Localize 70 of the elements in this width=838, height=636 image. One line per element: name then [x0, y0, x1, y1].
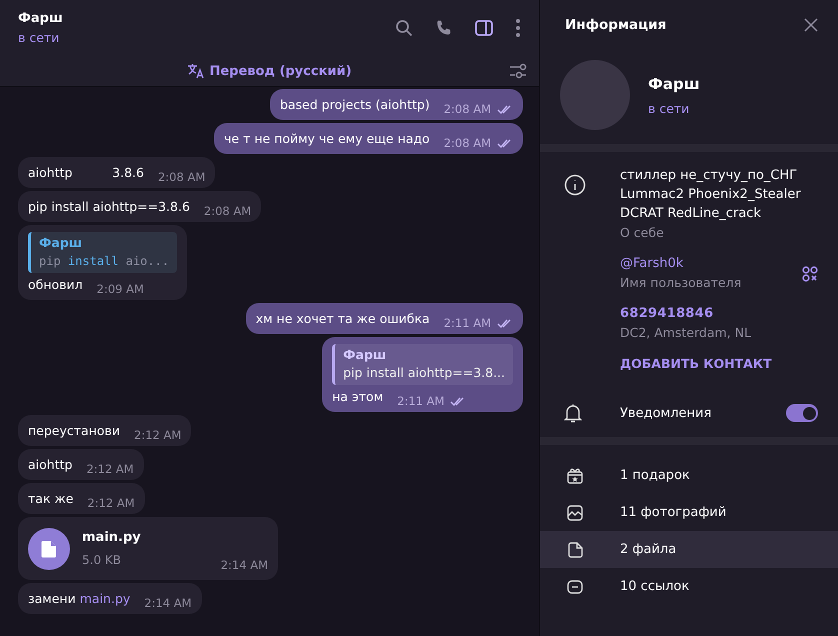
- message-text: aiohttp: [28, 456, 72, 474]
- file-icon: [566, 540, 584, 558]
- quote-author: Фарш: [39, 234, 84, 252]
- translate-button[interactable]: Перевод (русский): [187, 63, 352, 79]
- sidebar-toggle-icon[interactable]: [475, 20, 493, 36]
- qr-code-icon[interactable]: [802, 266, 818, 282]
- media-row[interactable]: 1 подарок: [540, 457, 838, 494]
- message-time: 2:11 AM: [397, 393, 444, 410]
- message-text: pip install aiohttp==3.8.6: [28, 198, 190, 216]
- message-time: 2:11 AM: [444, 315, 491, 332]
- profile-status: в сети: [648, 100, 690, 116]
- message-text: так же: [28, 490, 74, 508]
- message-text: че т не пойму че ему еще надо: [224, 130, 430, 148]
- media-label: 1 подарок: [620, 468, 690, 483]
- profile-name: Фарш: [648, 74, 700, 92]
- chat-title: Фарш: [18, 11, 64, 26]
- close-icon[interactable]: [804, 18, 818, 32]
- notifications-toggle[interactable]: [786, 404, 818, 422]
- media-row[interactable]: 11 фотографий: [540, 494, 838, 531]
- user-id: 6829418846: [620, 305, 714, 323]
- message-time: 2:08 AM: [444, 135, 491, 152]
- message-text: замени: [28, 590, 76, 608]
- media-label: 11 фотографий: [620, 505, 726, 520]
- photo-icon: [566, 504, 584, 522]
- search-icon[interactable]: [395, 19, 413, 37]
- media-row[interactable]: 2 файла: [540, 531, 838, 568]
- notifications-label: Уведомления: [620, 406, 712, 420]
- translate-icon: [187, 63, 206, 79]
- message-time: 2:08 AM: [204, 203, 252, 220]
- gift-icon: [566, 466, 584, 484]
- message-time: 2:09 AM: [96, 281, 144, 298]
- file-size: 5.0 KB: [82, 552, 122, 569]
- bio-label: О себе: [620, 225, 665, 240]
- chat-status: в сети: [18, 30, 60, 45]
- message-time: 2:14 AM: [144, 595, 192, 612]
- link-icon: [566, 578, 584, 596]
- message-time: 2:12 AM: [134, 427, 182, 444]
- file-link[interactable]: main.py: [80, 590, 130, 608]
- media-label: 10 ссылок: [620, 579, 690, 594]
- add-contact-button[interactable]: ДОБАВИТЬ КОНТАКТ: [620, 356, 772, 371]
- message-time: 2:12 AM: [86, 461, 134, 478]
- file-name: main.py: [82, 529, 142, 547]
- bio-text: стиллер не_стучу_по_СНГ Lummac2 Phoenix2_Stealer DCRAT RedLine_crack: [620, 167, 802, 223]
- quote-text: pip install aio...: [39, 253, 170, 270]
- message-text: обновил: [28, 276, 83, 294]
- message-text: aiohttp 3.8.6: [28, 164, 144, 182]
- datacenter-label: DC2, Amsterdam, NL: [620, 325, 752, 340]
- file-icon[interactable]: [28, 528, 70, 570]
- message-text: хм не хочет та же ошибка: [256, 310, 430, 328]
- message-time: 2:12 AM: [87, 495, 135, 512]
- username-label: Имя пользователя: [620, 275, 742, 290]
- message-time: 2:14 AM: [220, 557, 268, 574]
- more-options-icon[interactable]: [515, 18, 521, 38]
- phone-icon[interactable]: [435, 19, 453, 37]
- filter-settings-icon[interactable]: [509, 63, 527, 79]
- message-text: based projects (aiohttp): [280, 96, 430, 114]
- bell-icon: [564, 403, 582, 423]
- media-row[interactable]: 10 ссылок: [540, 568, 838, 605]
- message-time: 2:08 AM: [444, 101, 491, 118]
- username[interactable]: @Farsh0k: [620, 254, 802, 273]
- reply-quote[interactable]: Фарш pip install aiohttp==3.8...: [332, 344, 513, 385]
- message-time: 2:08 AM: [158, 169, 206, 186]
- reply-quote[interactable]: Фарш pip install aio...: [28, 232, 178, 273]
- message-text: на этом: [332, 388, 384, 406]
- quote-author: Фарш: [343, 346, 388, 364]
- panel-title: Информация: [565, 17, 666, 33]
- media-label: 2 файла: [620, 542, 676, 557]
- message-text: переустанови: [28, 422, 120, 440]
- info-icon: [564, 174, 586, 196]
- quote-text: pip install aiohttp==3.8...: [343, 364, 505, 382]
